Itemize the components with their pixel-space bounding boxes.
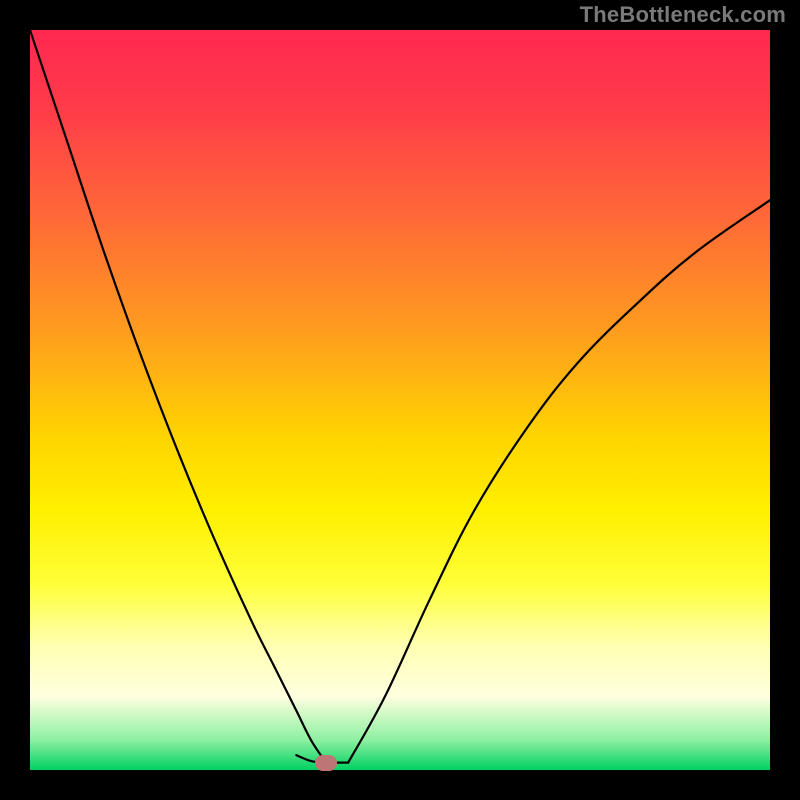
- curve-left-branch: [30, 30, 326, 763]
- curve-svg: [30, 30, 770, 770]
- watermark-text: TheBottleneck.com: [580, 2, 786, 28]
- plot-area: [30, 30, 770, 770]
- curve-right-branch: [348, 200, 770, 762]
- minimum-marker: [315, 755, 337, 771]
- chart-stage: TheBottleneck.com: [0, 0, 800, 800]
